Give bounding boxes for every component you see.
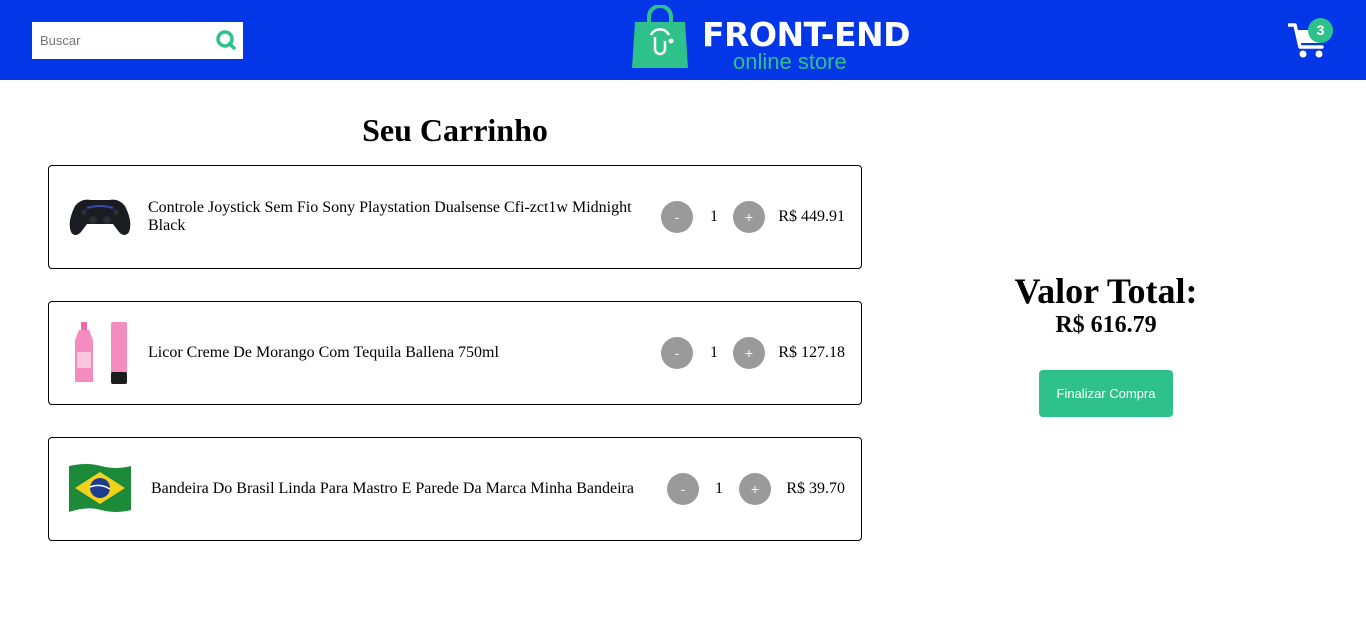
shopping-bag-icon [632, 5, 688, 68]
product-price: R$ 39.70 [786, 480, 845, 497]
product-image [69, 199, 131, 235]
product-name: Controle Joystick Sem Fio Sony Playstati… [148, 199, 632, 234]
cart-item: Licor Creme De Morango Com Tequila Balle… [48, 301, 862, 405]
logo-title: FRONT-END [702, 15, 911, 54]
total-label: Valor Total: [1014, 271, 1198, 311]
increase-quantity-button[interactable]: + [739, 473, 771, 505]
quantity-value: 1 [710, 208, 718, 225]
product-price: R$ 127.18 [778, 344, 845, 361]
store-logo[interactable]: FRONT-END online store [631, 5, 911, 74]
search-input[interactable] [32, 22, 212, 59]
cart-item: Controle Joystick Sem Fio Sony Playstati… [48, 165, 862, 269]
increase-quantity-button[interactable]: + [733, 201, 765, 233]
quantity-value: 1 [715, 480, 723, 497]
search-bar [32, 22, 243, 59]
product-name: Bandeira Do Brasil Linda Para Mastro E P… [151, 480, 634, 497]
total-value: R$ 616.79 [1055, 312, 1157, 338]
decrease-quantity-button[interactable]: - [661, 201, 693, 233]
product-name: Licor Creme De Morango Com Tequila Balle… [148, 344, 499, 361]
cart-button[interactable]: 3 [1288, 18, 1336, 62]
product-image [69, 464, 131, 512]
search-button[interactable] [215, 29, 237, 51]
search-icon [216, 30, 236, 50]
product-price: R$ 449.91 [778, 208, 845, 225]
cart-item: Bandeira Do Brasil Linda Para Mastro E P… [48, 437, 862, 541]
checkout-button[interactable]: Finalizar Compra [1039, 370, 1173, 417]
decrease-quantity-button[interactable]: - [661, 337, 693, 369]
logo-subtitle: online store [733, 49, 847, 74]
increase-quantity-button[interactable]: + [733, 337, 765, 369]
quantity-value: 1 [710, 344, 718, 361]
header: FRONT-END online store 3 [0, 0, 1366, 80]
decrease-quantity-button[interactable]: - [667, 473, 699, 505]
product-image [75, 322, 127, 384]
page-title: Seu Carrinho [362, 112, 548, 148]
cart-count-badge: 3 [1308, 18, 1333, 43]
